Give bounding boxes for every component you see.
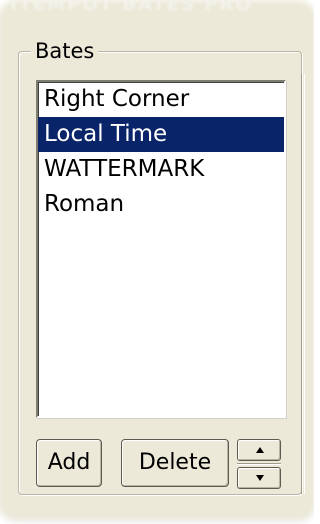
down-arrow-icon — [256, 475, 264, 481]
up-arrow-icon — [256, 447, 264, 453]
add-button[interactable]: Add — [36, 439, 102, 487]
bates-listbox[interactable]: Right Corner Local Time WATTERMARK Roman — [36, 80, 286, 418]
list-item-roman[interactable]: Roman — [38, 187, 284, 222]
move-down-button[interactable] — [237, 467, 281, 489]
adjacent-frame-edge — [301, 74, 305, 494]
move-up-button[interactable] — [237, 439, 281, 461]
window-title: ITEMPOT BATES PRO — [10, 0, 253, 15]
list-item-right-corner[interactable]: Right Corner — [38, 82, 284, 117]
reorder-spinner — [237, 439, 281, 491]
list-item-local-time[interactable]: Local Time — [38, 117, 284, 152]
list-item-wattermark[interactable]: WATTERMARK — [38, 152, 284, 187]
spinner-divider — [237, 463, 281, 465]
bates-panel-screenshot: ITEMPOT BATES PRO Bates Right Corner Loc… — [0, 0, 314, 524]
bates-group-label: Bates — [31, 38, 99, 64]
delete-button[interactable]: Delete — [121, 439, 229, 487]
